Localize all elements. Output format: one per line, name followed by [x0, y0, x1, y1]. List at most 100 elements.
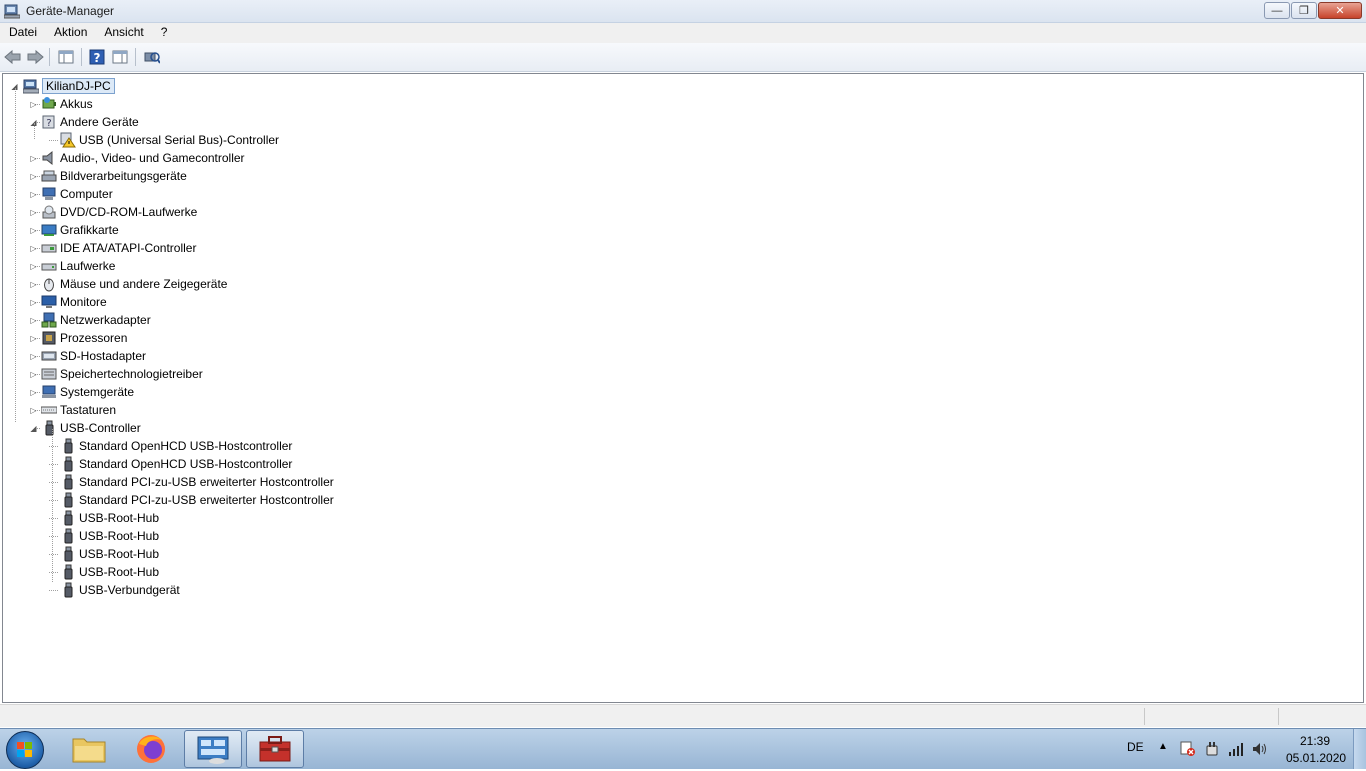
close-button[interactable]: ✕	[1318, 2, 1362, 19]
tree-item[interactable]: Bildverarbeitungsgeräte	[41, 167, 187, 185]
tree-item[interactable]: ? Andere Geräte	[41, 113, 139, 131]
tree-item[interactable]: Monitore	[41, 293, 107, 311]
expand-arrow-icon[interactable]: ▷	[29, 244, 38, 253]
forward-button[interactable]	[26, 48, 44, 66]
tree-item[interactable]: USB-Controller	[41, 419, 141, 437]
taskbar-explorer-button[interactable]	[60, 730, 118, 768]
expand-arrow-icon[interactable]: ▷	[29, 298, 38, 307]
tree-item-label: USB-Root-Hub	[79, 529, 160, 543]
tree-item[interactable]: Laufwerke	[41, 257, 115, 275]
usb-icon	[45, 420, 54, 436]
properties-view-button[interactable]	[111, 48, 129, 66]
expand-arrow-icon[interactable]: ▷	[29, 226, 38, 235]
tree-item[interactable]: Systemgeräte	[41, 383, 134, 401]
tree-item-label: USB-Verbundgerät	[79, 583, 180, 597]
tree-item[interactable]: Computer	[41, 185, 113, 203]
tree-item[interactable]: Standard PCI-zu-USB erweiterter Hostcont…	[60, 473, 334, 491]
tree-item[interactable]: Akkus	[41, 95, 93, 113]
usb-icon	[64, 564, 73, 580]
tree-item[interactable]: USB-Root-Hub	[60, 527, 159, 545]
tree-item-label: Akkus	[60, 97, 93, 111]
windows-logo-icon	[17, 742, 32, 757]
tree-item-label: DVD/CD-ROM-Laufwerke	[60, 205, 198, 219]
tree-item-label: Speichertechnologietreiber	[60, 367, 203, 381]
restore-button[interactable]: ❐	[1291, 2, 1317, 19]
expand-arrow-icon[interactable]: ▷	[29, 388, 38, 397]
tree-item[interactable]: Netzwerkadapter	[41, 311, 151, 329]
tree-item[interactable]: Grafikkarte	[41, 221, 119, 239]
system-device-icon	[42, 385, 56, 398]
menu-ansicht[interactable]: Ansicht	[95, 23, 151, 43]
expand-arrow-icon[interactable]: ▷	[29, 172, 38, 181]
tree-item[interactable]: IDE ATA/ATAPI-Controller	[41, 239, 196, 257]
scan-hardware-button[interactable]	[143, 48, 161, 66]
clock-date[interactable]: 05.01.2020	[1286, 751, 1346, 765]
help-button[interactable]: ?	[88, 48, 106, 66]
show-hide-console-tree-button[interactable]	[57, 48, 75, 66]
tree-item[interactable]: Standard OpenHCD USB-Hostcontroller	[60, 437, 292, 455]
collapse-arrow-icon[interactable]: ◢	[29, 424, 38, 433]
tree-item-label: Computer	[60, 187, 113, 201]
menu-bar: Datei Aktion Ansicht ?	[0, 23, 1366, 43]
tree-item[interactable]: Standard OpenHCD USB-Hostcontroller	[60, 455, 292, 473]
volume-icon[interactable]	[1251, 741, 1267, 757]
tree-item[interactable]: Audio-, Video- und Gamecontroller	[41, 149, 245, 167]
speaker-icon	[42, 150, 53, 166]
taskbar-firefox-button[interactable]	[122, 730, 180, 768]
power-plug-icon[interactable]	[1204, 741, 1220, 757]
tree-item-label: USB-Controller	[60, 421, 141, 435]
expand-arrow-icon[interactable]: ▷	[29, 370, 38, 379]
tree-item-label: Monitore	[60, 295, 107, 309]
clock-time[interactable]: 21:39	[1300, 734, 1330, 748]
expand-arrow-icon[interactable]: ▷	[29, 100, 38, 109]
start-button[interactable]	[6, 731, 44, 769]
tree-item[interactable]: DVD/CD-ROM-Laufwerke	[41, 203, 197, 221]
tree-item[interactable]: USB-Root-Hub	[60, 563, 159, 581]
keyboard-icon	[41, 406, 57, 414]
show-desktop-button[interactable]	[1353, 729, 1366, 769]
expand-arrow-icon[interactable]: ▷	[29, 280, 38, 289]
tree-item[interactable]: Mäuse und andere Zeigegeräte	[41, 275, 227, 293]
help-icon: ?	[89, 49, 105, 65]
tree-item[interactable]: Prozessoren	[41, 329, 127, 347]
taskbar-control-panel-button[interactable]	[184, 730, 242, 768]
title-bar[interactable]: Geräte-Manager — ❐ ✕	[0, 0, 1366, 23]
device-tree[interactable]: ◢ KilianDJ-PC Akkus ▷? Andere Geräte ◢ USB (…	[2, 73, 1364, 703]
expand-arrow-icon[interactable]: ▷	[29, 262, 38, 271]
tree-item[interactable]: Standard PCI-zu-USB erweiterter Hostcont…	[60, 491, 334, 509]
ide-controller-icon	[41, 244, 57, 253]
expand-arrow-icon[interactable]: ▷	[29, 406, 38, 415]
tree-item[interactable]: Tastaturen	[41, 401, 116, 419]
cdrom-icon	[42, 205, 56, 219]
computer-icon	[42, 187, 56, 200]
restore-icon: ❐	[1299, 5, 1309, 17]
network-signal-icon[interactable]	[1228, 741, 1244, 757]
minimize-button[interactable]: —	[1264, 2, 1290, 19]
computer-root-icon	[23, 79, 39, 94]
language-indicator[interactable]: DE	[1127, 740, 1144, 754]
back-button[interactable]	[4, 48, 22, 66]
menu-datei[interactable]: Datei	[0, 23, 45, 43]
tree-item[interactable]: USB-Verbundgerät	[60, 581, 180, 599]
expand-arrow-icon[interactable]: ▷	[29, 316, 38, 325]
expand-arrow-icon[interactable]: ▷	[29, 334, 38, 343]
close-icon: ✕	[1335, 5, 1345, 17]
action-center-error-icon[interactable]	[1180, 741, 1196, 757]
sd-host-icon	[41, 351, 57, 361]
expand-arrow-icon[interactable]: ▷	[29, 190, 38, 199]
menu-help[interactable]: ?	[152, 23, 176, 43]
menu-aktion[interactable]: Aktion	[45, 23, 95, 43]
firefox-icon	[137, 735, 165, 763]
tree-item[interactable]: USB-Root-Hub	[60, 509, 159, 527]
show-hidden-icons-icon[interactable]: ▲	[1158, 741, 1168, 752]
tree-item[interactable]: Speichertechnologietreiber	[41, 365, 203, 383]
tree-item[interactable]: SD-Hostadapter	[41, 347, 146, 365]
tree-root[interactable]: ◢ KilianDJ-PC	[10, 77, 115, 95]
expand-arrow-icon[interactable]: ▷	[29, 208, 38, 217]
taskbar-device-manager-button[interactable]	[246, 730, 304, 768]
tree-item[interactable]: USB-Root-Hub	[60, 545, 159, 563]
warning-device-icon	[60, 132, 76, 148]
tree-item[interactable]: USB (Universal Serial Bus)-Controller	[60, 131, 279, 149]
expand-arrow-icon[interactable]: ▷	[29, 154, 38, 163]
expand-arrow-icon[interactable]: ▷	[29, 352, 38, 361]
